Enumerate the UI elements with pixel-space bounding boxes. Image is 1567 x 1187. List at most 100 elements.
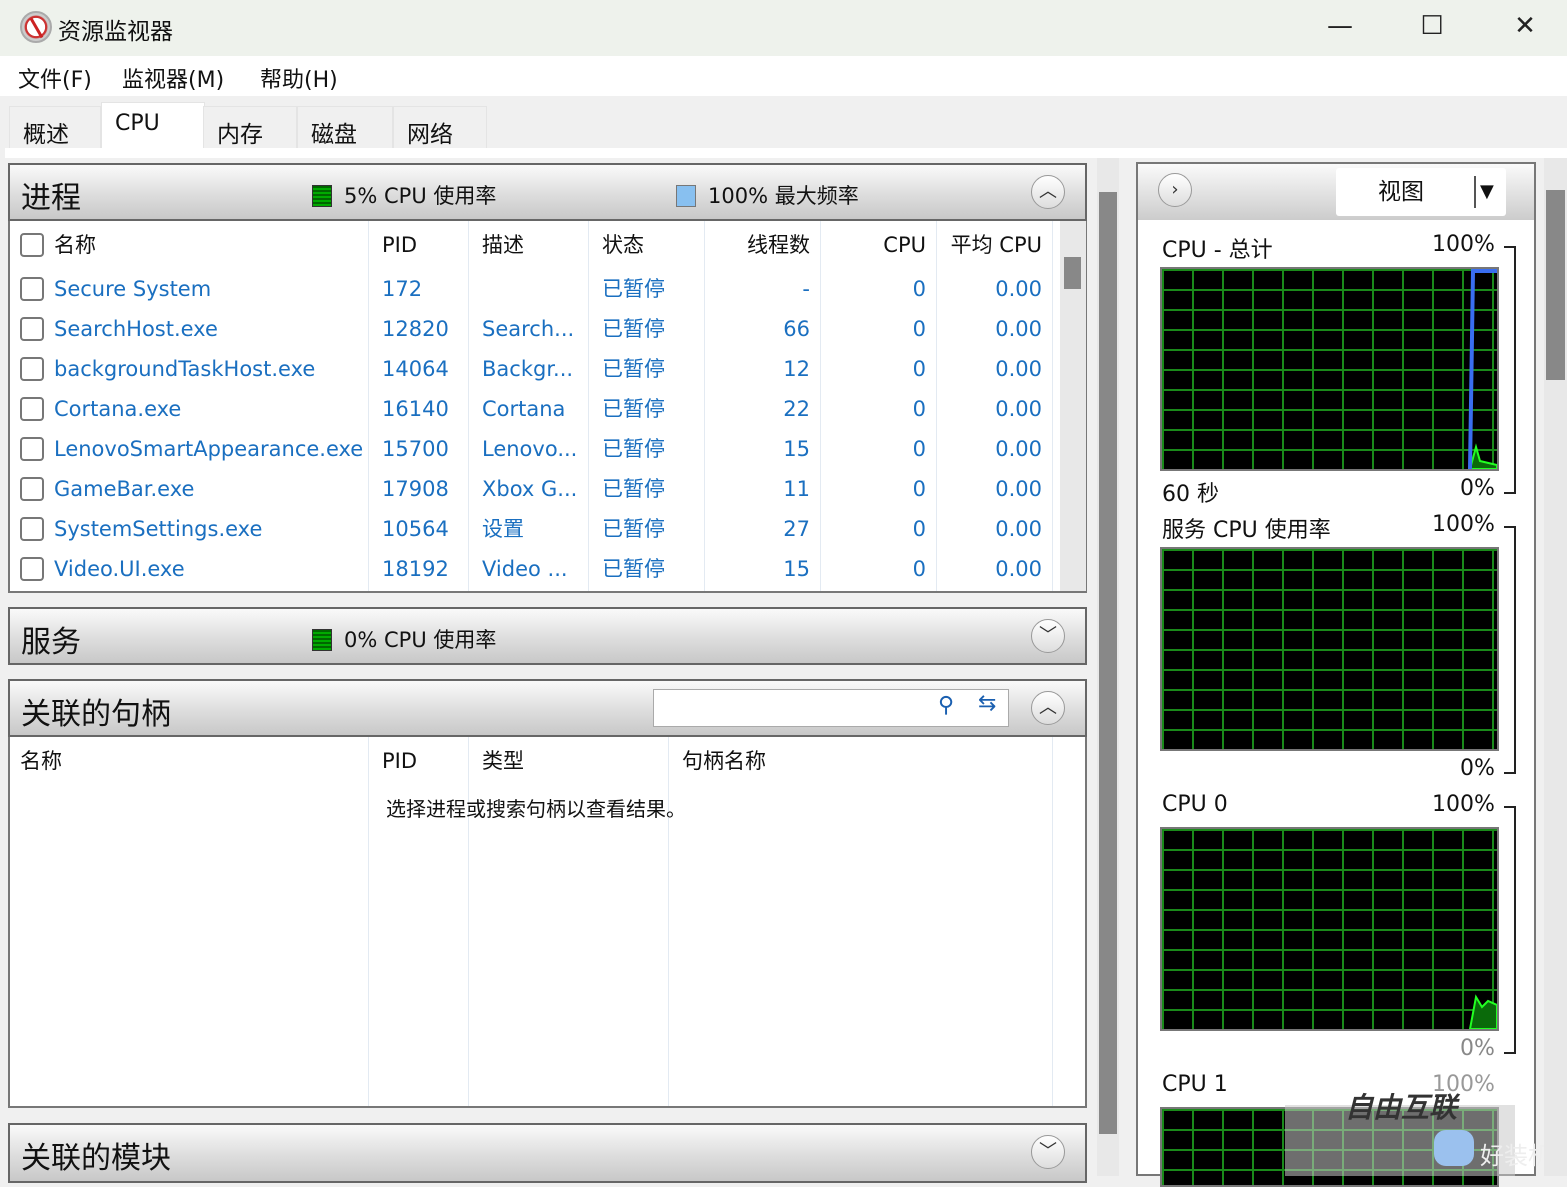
refresh-icon[interactable]: ⇆ [978,691,996,716]
handle-search-input[interactable] [653,689,1009,727]
collapse-chevron-up-icon[interactable]: ︿ [1031,691,1065,725]
chevron-right-icon[interactable]: › [1158,173,1192,207]
row-checkbox[interactable] [20,277,44,301]
process-pid: 18192 [382,557,449,581]
select-all-checkbox[interactable] [20,233,44,257]
table-row[interactable]: backgroundTaskHost.exe 14064 Backgr... 已… [10,349,1060,389]
scrollbar-thumb[interactable] [1099,192,1117,1134]
window-title: 资源监视器 [58,19,173,45]
col-type[interactable]: 类型 [482,741,524,781]
process-cpu: 0 [912,477,926,501]
process-desc: Cortana [482,397,566,421]
col-pid[interactable]: PID [382,741,417,781]
close-button[interactable]: ✕ [1505,8,1545,44]
process-cpu: 0 [912,277,926,301]
expand-chevron-down-icon[interactable]: ﹀ [1031,1135,1065,1169]
col-cpu[interactable]: CPU [883,225,926,265]
table-header: 名称 PID 描述 状态 线程数 CPU 平均 CPU [10,225,1060,265]
process-cpu: 0 [912,397,926,421]
process-threads: 27 [783,517,810,541]
menu-monitor[interactable]: 监视器(M) [122,62,224,94]
processes-title: 进程 [21,181,81,216]
tab-network[interactable]: 网络 [393,106,487,148]
row-checkbox[interactable] [20,477,44,501]
right-scrollbar[interactable] [1544,158,1567,1176]
col-name[interactable]: 名称 [54,225,96,265]
row-checkbox[interactable] [20,437,44,461]
col-desc[interactable]: 描述 [482,225,524,265]
table-row[interactable]: Video.UI.exe 18192 Video ... 已暂停 15 0 0.… [10,549,1060,589]
process-desc: 设置 [482,517,524,541]
menu-help[interactable]: 帮助(H) [260,62,338,94]
table-row[interactable]: GameBar.exe 17908 Xbox G... 已暂停 11 0 0.0… [10,469,1060,509]
max-frequency-text: 100% 最大频率 [708,184,859,208]
row-checkbox[interactable] [20,517,44,541]
table-row[interactable]: Secure System 172 已暂停 - 0 0.00 [10,269,1060,309]
table-row[interactable]: SystemSettings.exe 10564 设置 已暂停 27 0 0.0… [10,509,1060,549]
table-row[interactable]: LenovoSmartAppearance.exe 15700 Lenovo..… [10,429,1060,469]
table-row[interactable]: SearchHost.exe 12820 Search... 已暂停 66 0 … [10,309,1060,349]
process-name: SystemSettings.exe [54,517,263,541]
graph-title: CPU - 总计 [1162,238,1273,263]
left-scrollbar[interactable] [1097,158,1119,1176]
process-avg-cpu: 0.00 [995,437,1042,461]
watermark-icon [1434,1130,1474,1166]
process-status: 已暂停 [602,317,665,341]
process-status: 已暂停 [602,517,665,541]
process-avg-cpu: 0.00 [995,397,1042,421]
view-dropdown[interactable]: 视图 ▼ [1336,168,1506,216]
menu-file[interactable]: 文件(F) [18,62,92,94]
process-threads: 11 [783,477,810,501]
processes-scrollbar[interactable] [1060,221,1086,591]
tab-cpu[interactable]: CPU [101,102,205,150]
process-threads: 22 [783,397,810,421]
processes-header[interactable]: 进程 5% CPU 使用率 100% 最大频率 ︿ [8,163,1087,221]
process-name: Secure System [54,277,212,301]
modules-title: 关联的模块 [21,1141,171,1176]
col-name[interactable]: 名称 [20,741,62,781]
graph-max: 100% [1432,512,1495,537]
handles-header[interactable]: 关联的句柄 ⚲ ⇆ ︿ [8,679,1087,737]
process-cpu: 0 [912,357,926,381]
services-title: 服务 [21,625,81,660]
tab-memory[interactable]: 内存 [203,106,297,148]
scrollbar-thumb[interactable] [1064,257,1081,289]
process-avg-cpu: 0.00 [995,277,1042,301]
col-handle-name[interactable]: 句柄名称 [682,741,766,781]
usage-swatch [312,185,332,207]
dropdown-arrow-icon: ▼ [1480,181,1494,202]
expand-chevron-down-icon[interactable]: ﹀ [1031,619,1065,653]
table-row[interactable]: Cortana.exe 16140 Cortana 已暂停 22 0 0.00 [10,389,1060,429]
graph-max: 100% [1432,792,1495,817]
graph-min: 0% [1460,756,1495,781]
col-status[interactable]: 状态 [602,225,644,265]
process-desc: Xbox G... [482,477,578,501]
process-threads: 15 [783,437,810,461]
search-icon[interactable]: ⚲ [938,693,954,718]
process-status: 已暂停 [602,357,665,381]
row-checkbox[interactable] [20,397,44,421]
process-avg-cpu: 0.00 [995,317,1042,341]
services-header[interactable]: 服务 0% CPU 使用率 ﹀ [8,607,1087,665]
col-threads[interactable]: 线程数 [747,225,810,265]
modules-header[interactable]: 关联的模块 ﹀ [8,1123,1087,1183]
collapse-chevron-up-icon[interactable]: ︿ [1031,175,1065,209]
col-avg-cpu[interactable]: 平均 CPU [951,225,1042,265]
frequency-swatch [676,185,696,207]
process-pid: 14064 [382,357,449,381]
process-pid: 172 [382,277,423,301]
process-desc: Video ... [482,557,568,581]
process-status: 已暂停 [602,477,665,501]
process-avg-cpu: 0.00 [995,517,1042,541]
row-checkbox[interactable] [20,557,44,581]
minimize-button[interactable]: — [1320,8,1360,44]
row-checkbox[interactable] [20,317,44,341]
scrollbar-thumb[interactable] [1546,190,1565,380]
col-pid[interactable]: PID [382,225,417,265]
maximize-button[interactable]: ☐ [1412,8,1452,44]
row-checkbox[interactable] [20,357,44,381]
tab-disk[interactable]: 磁盘 [297,106,393,148]
tab-overview[interactable]: 概述 [9,106,101,148]
process-name: SearchHost.exe [54,317,218,341]
view-label: 视图 [1378,179,1424,205]
